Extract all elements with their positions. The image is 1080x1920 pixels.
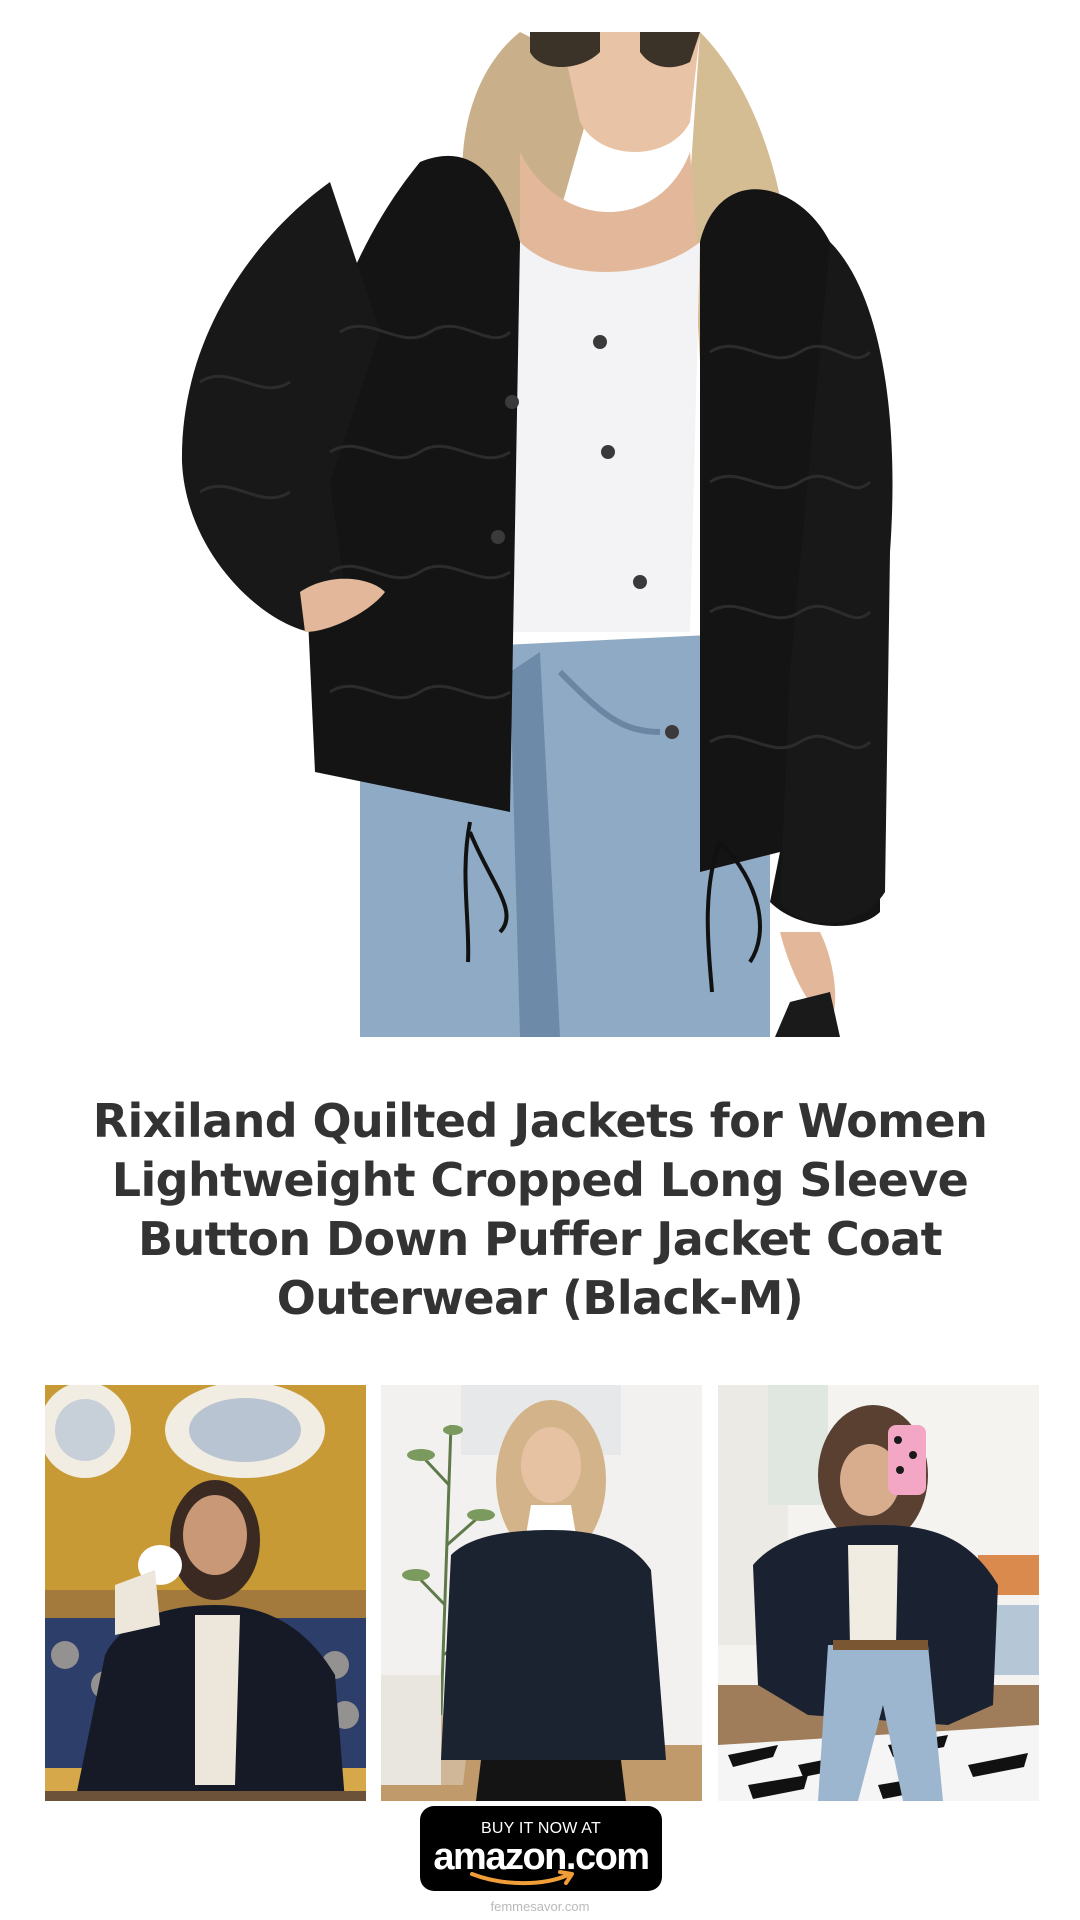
hero-product-image[interactable] [0, 32, 1080, 1037]
gallery-thumbnails [45, 1385, 1039, 1801]
thumb-2-illustration [381, 1385, 702, 1801]
gallery-thumb-2[interactable] [381, 1385, 702, 1801]
amazon-smile-icon [470, 1870, 574, 1886]
hero-image-illustration [0, 32, 1080, 1037]
footer-site-name: femmesavor.com [490, 1899, 590, 1914]
buy-on-amazon-button[interactable]: BUY IT NOW AT amazon.com [420, 1806, 662, 1891]
gallery-thumb-1[interactable] [45, 1385, 366, 1801]
thumb-1-illustration [45, 1385, 366, 1801]
thumb-3-illustration [718, 1385, 1039, 1801]
product-title: Rixiland Quilted Jackets for Women Light… [92, 1094, 988, 1325]
gallery-thumb-3[interactable] [718, 1385, 1039, 1801]
